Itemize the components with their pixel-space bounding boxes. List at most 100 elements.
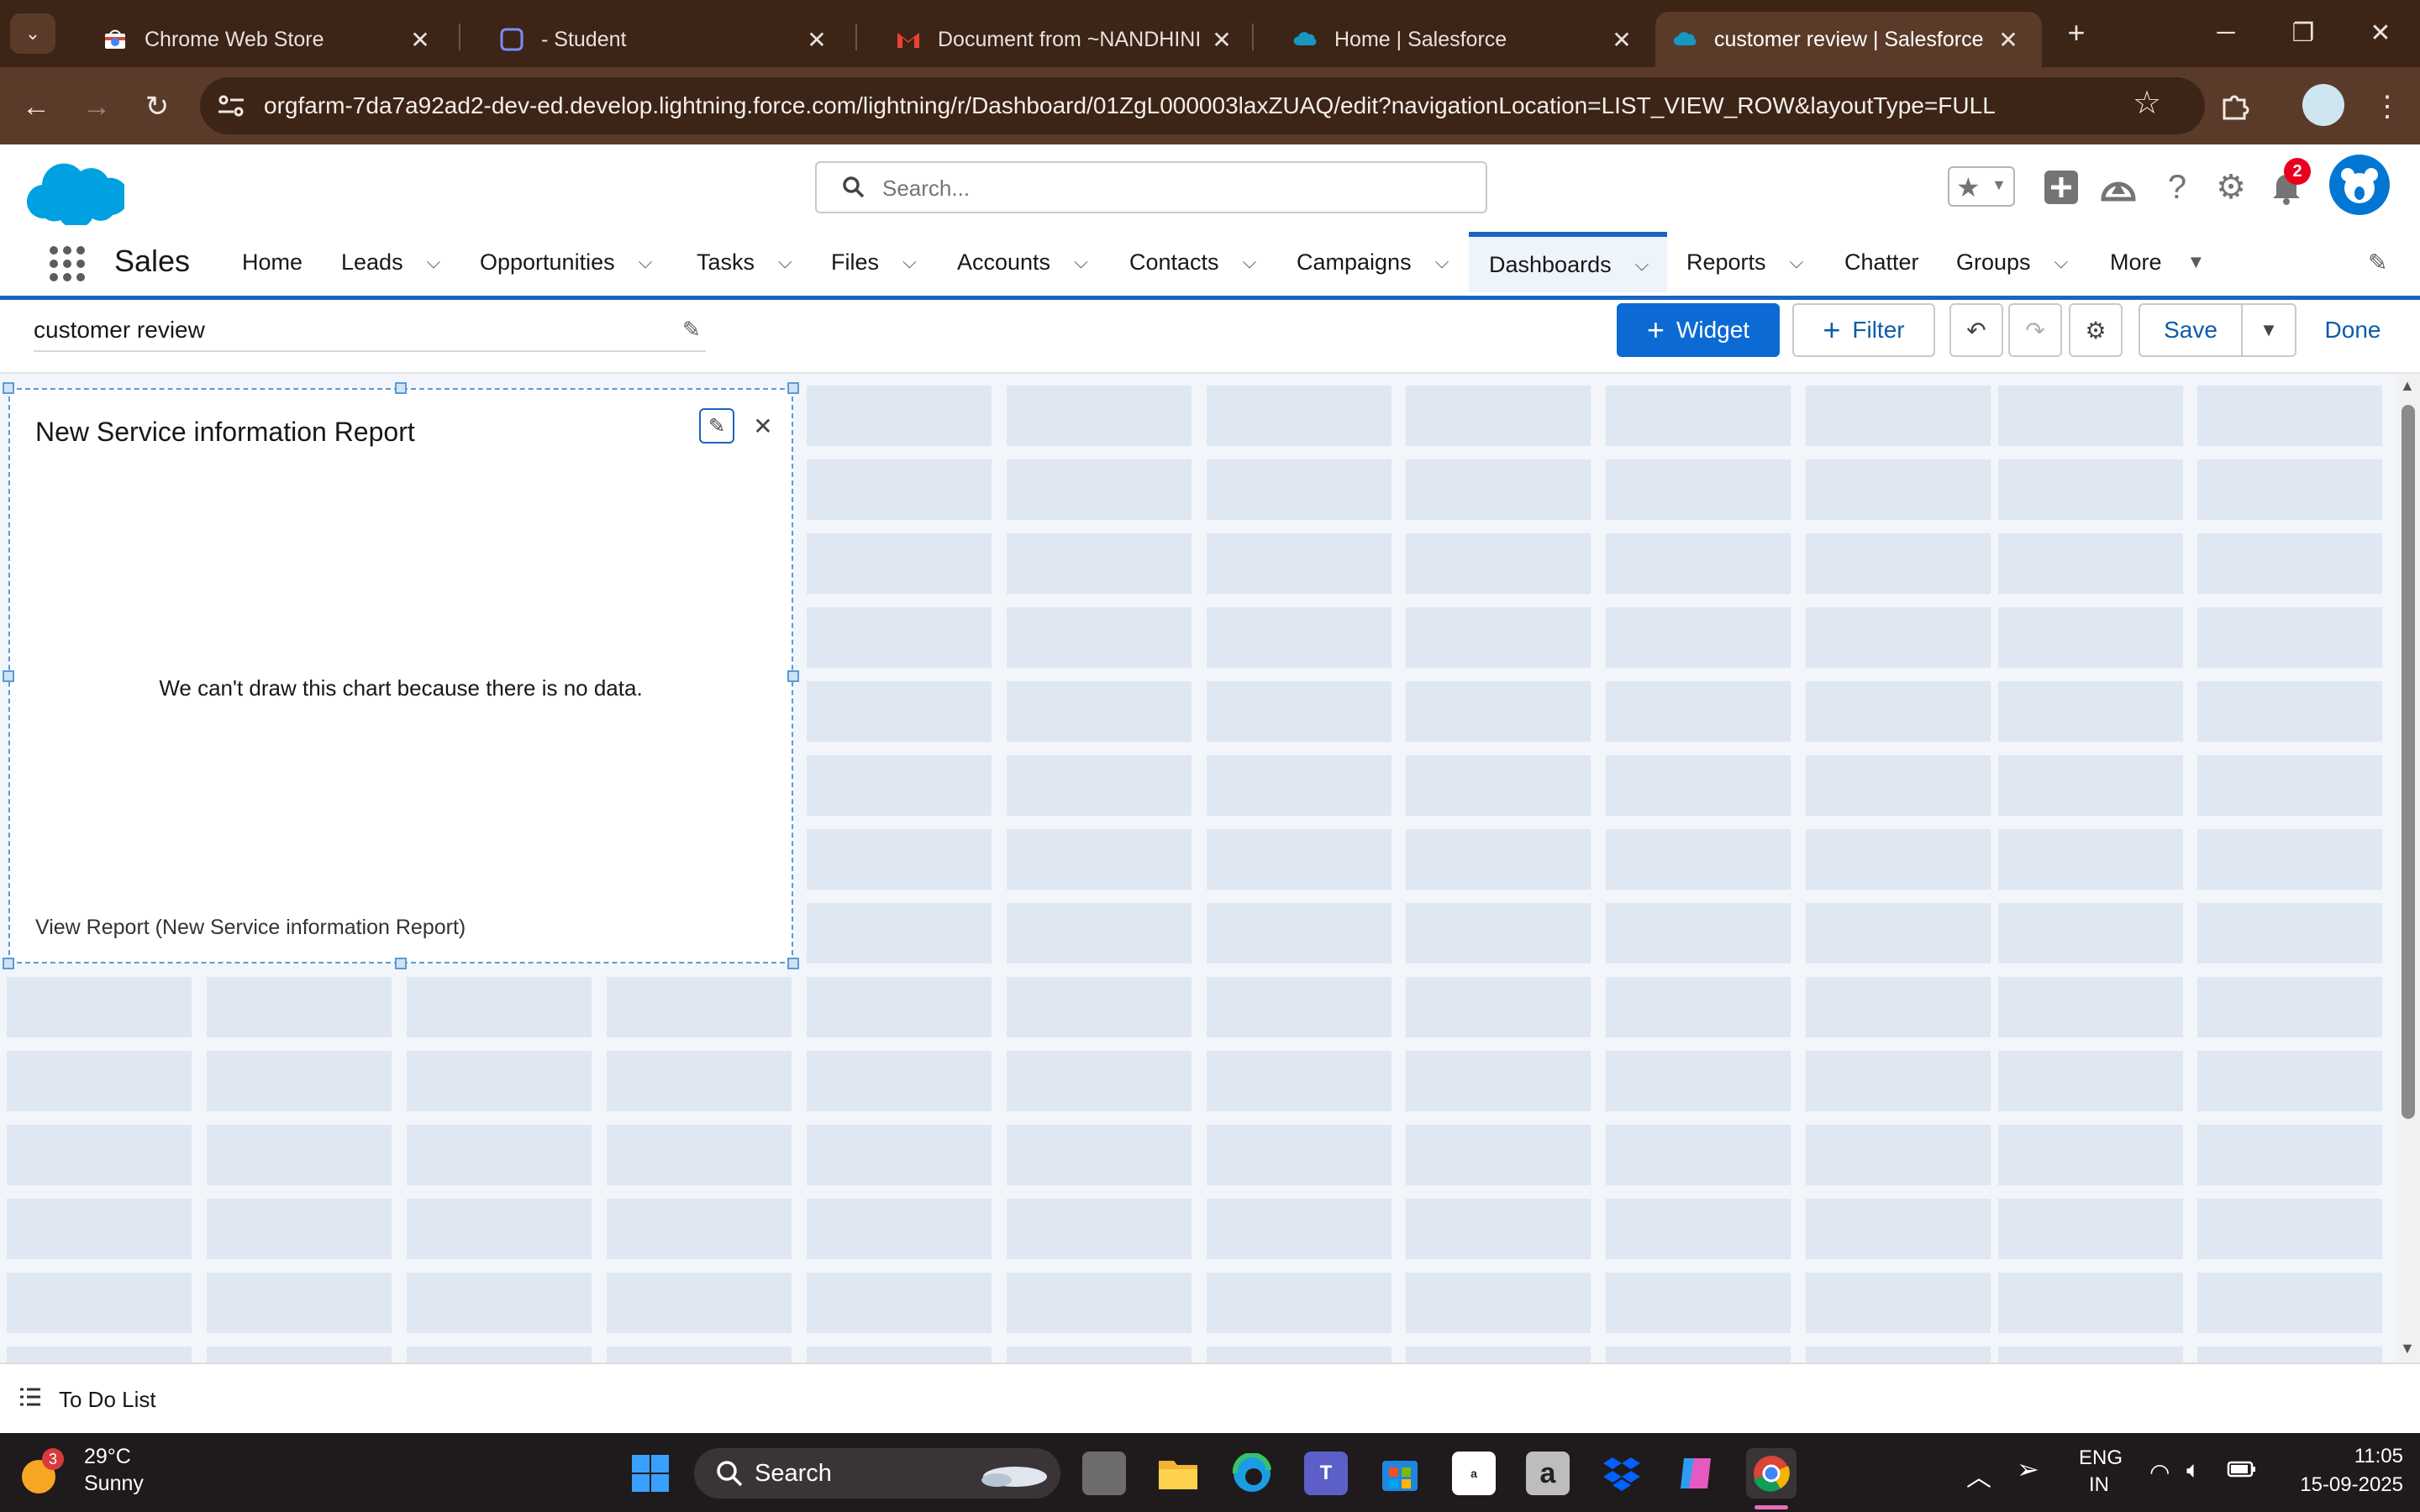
trailhead-guidance-icon[interactable]: [2097, 166, 2139, 208]
nav-item-dashboards[interactable]: Dashboards ⌵: [1469, 232, 1667, 292]
save-options-button[interactable]: ▼: [2241, 303, 2296, 357]
taskbar-search[interactable]: Search: [694, 1448, 1060, 1499]
nav-item-accounts[interactable]: Accounts ⌵: [957, 232, 1088, 292]
chevron-down-icon[interactable]: ⌵: [427, 251, 441, 273]
nav-item-contacts[interactable]: Contacts ⌵: [1129, 232, 1256, 292]
resize-handle[interactable]: [3, 382, 14, 394]
nav-item-more[interactable]: More ▼: [2110, 232, 2205, 292]
browser-tab-gmail-document[interactable]: Document from ~NANDHINI ~ ✕: [860, 12, 1255, 67]
close-tab-icon[interactable]: ✕: [1991, 26, 2025, 54]
minimize-window-icon[interactable]: ─: [2196, 12, 2255, 54]
address-bar[interactable]: orgfarm-7da7a92ad2-dev-ed.develop.lightn…: [200, 77, 2205, 134]
edge-browser-icon[interactable]: [1230, 1452, 1274, 1495]
copilot-icon[interactable]: [1674, 1452, 1718, 1495]
restore-window-icon[interactable]: ❐: [2274, 12, 2333, 54]
file-explorer-icon[interactable]: [1156, 1452, 1200, 1495]
user-avatar[interactable]: [2329, 155, 2390, 215]
favorites-button[interactable]: ★ ▼: [1948, 166, 2015, 207]
show-hidden-icons-chevron-up-icon[interactable]: ︿: [1966, 1457, 1991, 1494]
add-widget-button[interactable]: + Widget: [1617, 303, 1780, 357]
browser-tab-home-salesforce[interactable]: Home | Salesforce ✕: [1257, 12, 1655, 67]
dashboard-name-field[interactable]: customer review ✎: [34, 317, 706, 352]
done-button[interactable]: Done: [2311, 303, 2395, 357]
new-tab-button[interactable]: +: [2055, 12, 2097, 54]
back-arrow-icon[interactable]: ←: [17, 87, 55, 126]
resize-handle[interactable]: [3, 670, 14, 682]
volume-icon[interactable]: 🔈︎: [2186, 1457, 2201, 1484]
nav-item-opportunities[interactable]: Opportunities ⌵: [480, 232, 652, 292]
resize-handle[interactable]: [787, 958, 799, 969]
close-window-icon[interactable]: ✕: [2351, 12, 2410, 54]
location-arrow-icon[interactable]: ➢: [2017, 1453, 2039, 1485]
help-icon[interactable]: ?: [2156, 166, 2198, 208]
url-text[interactable]: orgfarm-7da7a92ad2-dev-ed.develop.lightn…: [264, 77, 1996, 134]
nav-item-leads[interactable]: Leads ⌵: [341, 232, 440, 292]
resize-handle[interactable]: [787, 670, 799, 682]
close-tab-icon[interactable]: ✕: [800, 26, 834, 54]
nav-item-groups[interactable]: Groups ⌵: [1956, 232, 2068, 292]
wifi-icon[interactable]: ◠: [2149, 1458, 2170, 1486]
undo-button[interactable]: ↶: [1949, 303, 2003, 357]
remove-widget-close-icon[interactable]: ✕: [746, 408, 780, 444]
caret-down-icon[interactable]: ▼: [2187, 251, 2206, 273]
nav-item-home[interactable]: Home: [242, 232, 302, 292]
global-actions-icon[interactable]: [2040, 166, 2082, 208]
reload-icon[interactable]: ↻: [138, 87, 176, 126]
windows-start-icon[interactable]: [629, 1452, 672, 1495]
chevron-down-icon[interactable]: ⌵: [902, 251, 917, 273]
resize-handle[interactable]: [3, 958, 14, 969]
nav-item-campaigns[interactable]: Campaigns ⌵: [1297, 232, 1449, 292]
tab-search-button[interactable]: ⌄: [10, 13, 55, 54]
resize-handle[interactable]: [395, 958, 407, 969]
nav-item-reports[interactable]: Reports ⌵: [1686, 232, 1803, 292]
site-info-icon[interactable]: [217, 92, 245, 123]
close-tab-icon[interactable]: ✕: [1605, 26, 1639, 54]
amazon-icon[interactable]: a: [1452, 1452, 1496, 1495]
pencil-icon[interactable]: ✎: [682, 317, 701, 343]
resize-handle[interactable]: [395, 382, 407, 394]
dashboard-properties-button[interactable]: ⚙: [2069, 303, 2123, 357]
chevron-down-icon[interactable]: ⌵: [1435, 251, 1449, 273]
chevron-down-icon[interactable]: ⌵: [1074, 251, 1088, 273]
chevron-down-icon[interactable]: ⌵: [1635, 254, 1649, 276]
edit-nav-pencil-icon[interactable]: ✎: [2368, 249, 2387, 276]
weather-widget[interactable]: 3: [15, 1448, 66, 1499]
browser-tab-chrome-web-store[interactable]: Chrome Web Store ✕: [67, 12, 454, 67]
global-search[interactable]: [815, 161, 1487, 213]
close-tab-icon[interactable]: ✕: [403, 26, 437, 54]
forward-arrow-icon[interactable]: →: [77, 87, 116, 126]
task-view-icon[interactable]: [1082, 1452, 1126, 1495]
scroll-down-arrow-icon[interactable]: ▼: [2400, 1340, 2415, 1357]
close-tab-icon[interactable]: ✕: [1205, 26, 1239, 54]
chevron-down-icon[interactable]: ⌵: [2054, 251, 2069, 273]
chrome-taskbar-icon[interactable]: [1746, 1448, 1797, 1499]
clock-time[interactable]: 11:05: [2294, 1445, 2403, 1468]
extensions-puzzle-icon[interactable]: [2215, 87, 2254, 126]
browser-tab-customer-review[interactable]: customer review | Salesforce ✕: [1655, 12, 2042, 67]
nav-item-chatter[interactable]: Chatter: [1844, 232, 1919, 292]
input-language[interactable]: ENG: [2079, 1446, 2123, 1470]
dropbox-icon[interactable]: [1600, 1452, 1644, 1495]
setup-gear-icon[interactable]: ⚙: [2210, 166, 2252, 208]
nav-item-tasks[interactable]: Tasks ⌵: [697, 232, 792, 292]
amazon-assistant-icon[interactable]: a: [1526, 1452, 1570, 1495]
scroll-up-arrow-icon[interactable]: ▲: [2400, 377, 2415, 395]
chrome-menu-icon[interactable]: ⋮: [2368, 87, 2407, 126]
view-report-link[interactable]: View Report (New Service information Rep…: [35, 916, 466, 940]
microsoft-store-icon[interactable]: [1378, 1452, 1422, 1495]
chevron-down-icon[interactable]: ⌵: [639, 251, 653, 273]
salesforce-logo[interactable]: [25, 155, 129, 229]
profile-avatar[interactable]: [2302, 84, 2344, 126]
chevron-down-icon[interactable]: ⌵: [1243, 251, 1257, 273]
teams-icon[interactable]: T: [1304, 1452, 1348, 1495]
dashboard-widget[interactable]: New Service information Report ✎ ✕ We ca…: [8, 388, 793, 963]
edit-widget-pencil-icon[interactable]: ✎: [699, 408, 734, 444]
browser-tab-student[interactable]: - Student ✕: [464, 12, 850, 67]
scrollbar-thumb[interactable]: [2402, 405, 2415, 1119]
chevron-down-icon[interactable]: ⌵: [1790, 251, 1804, 273]
chevron-down-icon[interactable]: ⌵: [778, 251, 792, 273]
input-region[interactable]: IN: [2089, 1473, 2109, 1497]
app-launcher-icon[interactable]: [49, 245, 86, 286]
clock-date[interactable]: 15-09-2025: [2269, 1473, 2403, 1497]
add-filter-button[interactable]: + Filter: [1792, 303, 1935, 357]
